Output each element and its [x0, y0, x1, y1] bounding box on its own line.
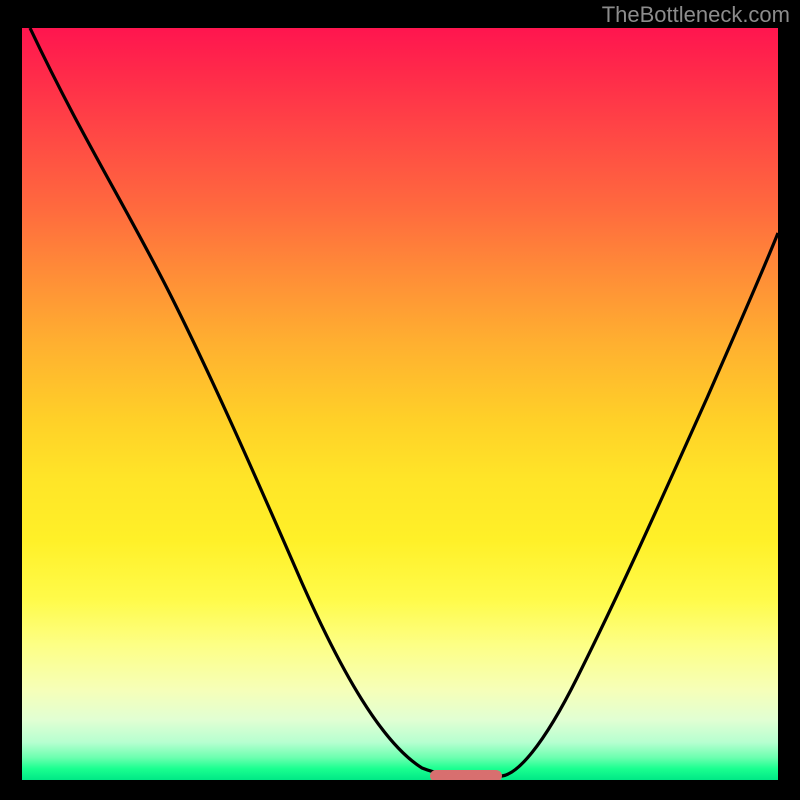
watermark-text: TheBottleneck.com — [602, 2, 790, 28]
chart-frame — [0, 0, 800, 800]
